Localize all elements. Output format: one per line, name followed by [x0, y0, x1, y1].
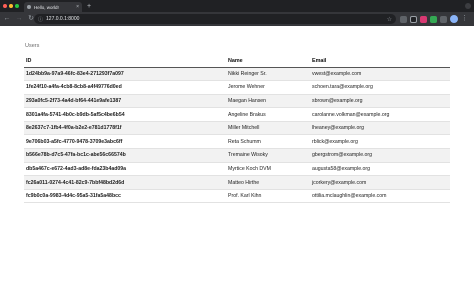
bookmark-star-icon[interactable]: ☆ — [387, 16, 392, 23]
table-row: 1fe24f10-a4fa-4cb8-8cb8-a4f49776d0ed Jer… — [24, 80, 450, 95]
name-cell: Miller Mitchell — [226, 121, 310, 136]
table-header-row: ID Name Email — [24, 56, 450, 68]
browser-tab[interactable]: Hello, world! × — [24, 2, 82, 12]
table-row: db5a467c-e672-4ad3-ad8e-fda23b4ad09a Myr… — [24, 162, 450, 177]
name-cell: Nikki Reinger Sr. — [226, 67, 310, 82]
table-row: fc9b0c0a-9983-4d4c-95a5-31fa5a48bcc Prof… — [24, 189, 450, 204]
id-cell: fc9b0c0a-9983-4d4c-95a5-31fa5a48bcc — [24, 189, 226, 204]
email-cell: lheaney@example.org — [310, 121, 450, 136]
page-content: Users ID Name Email 1d24bb9a-97a9-46fc-8… — [0, 26, 474, 295]
email-cell: gbergstrom@example.org — [310, 148, 450, 163]
tab-title: Hello, world! — [34, 4, 59, 10]
browser-menu-icon[interactable]: ⋮ — [461, 15, 468, 23]
email-cell: ottilia.mclaughlin@example.com — [310, 189, 450, 204]
id-cell: 8301a4fa-5741-4b0c-b9db-5af5c4be6b54 — [24, 107, 226, 122]
info-icon[interactable]: ⓘ — [38, 16, 43, 23]
new-tab-button[interactable]: + — [85, 2, 93, 11]
browser-toolbar: ← → ↻ ⓘ 127.0.0.1:8000 ☆ ⋮ — [0, 12, 474, 26]
browser-window: Hello, world! × + ← → ↻ ⓘ 127.0.0.1:8000… — [0, 0, 474, 295]
name-cell: Reta Schumm — [226, 134, 310, 150]
id-cell: b566e78b-d7c5-47fa-bc1c-abe56c66574b — [24, 148, 226, 163]
extension-icons: ⋮ — [400, 14, 468, 24]
close-window-button[interactable] — [3, 4, 7, 8]
id-cell: 9e706b03-a5fc-4770-9478-3709e3abc6ff — [24, 134, 226, 150]
table-row: fc26a011-0274-4c41-82c9-7bbf48bd2d6d Mat… — [24, 175, 450, 190]
extension-icon[interactable] — [420, 15, 427, 23]
close-tab-icon[interactable]: × — [76, 4, 79, 10]
minimize-window-button[interactable] — [9, 4, 13, 8]
name-cell: Tremaine Wisoky — [226, 148, 310, 163]
column-header-id: ID — [24, 56, 226, 68]
address-bar[interactable]: ⓘ 127.0.0.1:8000 ☆ — [34, 14, 396, 24]
id-cell: 1fe24f10-a4fa-4cb8-8cb8-a4f49776d0ed — [24, 80, 226, 95]
puzzle-icon[interactable] — [440, 15, 447, 23]
forward-button[interactable]: → — [14, 14, 24, 24]
name-cell: Jerome Wehner — [226, 80, 310, 95]
column-header-email: Email — [310, 56, 450, 68]
id-cell: fc26a011-0274-4c41-82c9-7bbf48bd2d6d — [24, 175, 226, 190]
email-cell: augusta58@example.org — [310, 162, 450, 177]
email-cell: sbrown@example.org — [310, 94, 450, 109]
extension-icon[interactable] — [400, 15, 407, 23]
id-cell: 1d24bb9a-97a9-46fc-83e4-271293f7a097 — [24, 67, 226, 82]
email-cell: jcorkery@example.com — [310, 175, 450, 190]
page-title: Users — [25, 43, 40, 49]
email-cell: carolanne.volkman@example.org — [310, 107, 450, 122]
table-row: 9e706b03-a5fc-4770-9478-3709e3abc6ff Ret… — [24, 134, 450, 150]
tab-search-button[interactable] — [465, 3, 471, 9]
url-text[interactable]: 127.0.0.1:8000 — [46, 16, 387, 22]
name-cell: Angeline Brakus — [226, 107, 310, 122]
users-table: ID Name Email 1d24bb9a-97a9-46fc-83e4-27… — [24, 56, 450, 204]
name-cell: Matteo Hirthe — [226, 175, 310, 190]
extension-icon[interactable] — [410, 15, 417, 23]
email-cell: rblick@example.org — [310, 134, 450, 150]
table-row: 8e2637c7-1fb4-4f0a-b2e2-e781d1778f1f Mil… — [24, 121, 450, 136]
maximize-window-button[interactable] — [15, 4, 19, 8]
extension-icon[interactable] — [430, 15, 437, 23]
table-row: 8301a4fa-5741-4b0c-b9db-5af5c4be6b54 Ang… — [24, 107, 450, 122]
column-header-name: Name — [226, 56, 310, 68]
name-cell: Prof. Karl Kihn — [226, 189, 310, 204]
email-cell: schoen.tara@example.org — [310, 80, 450, 95]
table-row: b566e78b-d7c5-47fa-bc1c-abe56c66574b Tre… — [24, 148, 450, 163]
back-button[interactable]: ← — [2, 14, 12, 24]
id-cell: db5a467c-e672-4ad3-ad8e-fda23b4ad09a — [24, 162, 226, 177]
name-cell: Maegan Hansen — [226, 94, 310, 109]
globe-icon — [27, 5, 31, 9]
id-cell: 293a0fc5-2f73-4a4d-bf64-441e9afe1387 — [24, 94, 226, 109]
profile-avatar[interactable] — [450, 15, 458, 23]
table-row: 293a0fc5-2f73-4a4d-bf64-441e9afe1387 Mae… — [24, 94, 450, 109]
table-row: 1d24bb9a-97a9-46fc-83e4-271293f7a097 Nik… — [24, 67, 450, 82]
tab-strip: Hello, world! × + — [0, 0, 474, 12]
name-cell: Myrtice Koch DVM — [226, 162, 310, 177]
email-cell: vwest@example.com — [310, 67, 450, 82]
id-cell: 8e2637c7-1fb4-4f0a-b2e2-e781d1778f1f — [24, 121, 226, 136]
